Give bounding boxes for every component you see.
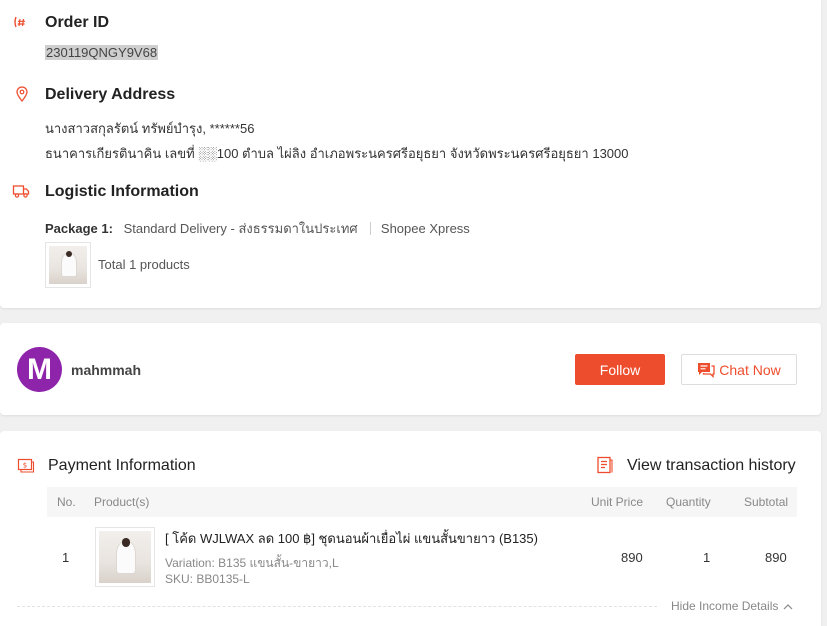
chat-now-label: Chat Now bbox=[719, 361, 781, 378]
order-id-value[interactable]: 230119QNGY9V68 bbox=[45, 45, 159, 60]
package-label: Package 1: bbox=[45, 221, 113, 236]
avatar[interactable]: M bbox=[17, 347, 62, 392]
svg-text:$: $ bbox=[23, 462, 27, 470]
delivery-address-title: Delivery Address bbox=[45, 86, 176, 103]
product-variation: Variation: B135 แขนสั้น-ขายาว,L bbox=[165, 556, 339, 570]
product-thumbnail[interactable] bbox=[95, 527, 155, 587]
package-line: Package 1: Standard Delivery - ส่งธรรมดา… bbox=[45, 218, 470, 239]
carrier-name: Shopee Xpress bbox=[380, 221, 470, 236]
separator bbox=[370, 222, 372, 235]
col-quantity: Quantity bbox=[666, 495, 711, 509]
product-name[interactable]: [ โค้ด WJLWAX ลด 100 ฿] ชุดนอนผ้าเยื่อไผ… bbox=[165, 528, 538, 549]
payment-icon: $ bbox=[17, 458, 35, 473]
col-unit-price: Unit Price bbox=[591, 495, 644, 509]
subtotal: 890 bbox=[765, 550, 787, 565]
divider bbox=[17, 606, 657, 607]
buyer-username[interactable]: mahmmah bbox=[71, 362, 141, 378]
product-sku: SKU: BB0135-L bbox=[165, 572, 250, 586]
buyer-card: M mahmmah Follow Chat Now bbox=[0, 323, 821, 415]
payment-card: $ Payment Information View transaction h… bbox=[0, 431, 821, 626]
follow-button[interactable]: Follow bbox=[575, 354, 665, 385]
col-subtotal: Subtotal bbox=[744, 495, 789, 509]
order-id-title: Order ID bbox=[45, 14, 110, 31]
quantity: 1 bbox=[703, 550, 711, 565]
product-image bbox=[49, 246, 87, 284]
product-table-header: No. Product(s) Unit Price Quantity Subto… bbox=[47, 487, 797, 517]
product-image bbox=[99, 531, 151, 583]
transaction-history-icon bbox=[597, 456, 613, 474]
col-product: Product(s) bbox=[94, 495, 150, 509]
delivery-recipient: นางสาวสกุลรัตน์ ทรัพย์บำรุง, ******56 bbox=[45, 121, 255, 136]
view-transaction-history-link[interactable]: View transaction history bbox=[627, 457, 796, 475]
row-no: 1 bbox=[62, 550, 70, 565]
order-id-text[interactable]: 230119QNGY9V68 bbox=[45, 45, 159, 60]
order-id-icon bbox=[14, 16, 25, 28]
delivery-address-line: ธนาคารเกียรตินาคิน เลขที่ ░░100 ตำบล ไผ่… bbox=[45, 146, 629, 161]
delivery-type: Standard Delivery - ส่งธรรมดาในประเทศ bbox=[123, 221, 358, 236]
logistic-info-title: Logistic Information bbox=[45, 183, 199, 200]
unit-price: 890 bbox=[621, 550, 643, 565]
col-no: No. bbox=[57, 495, 76, 509]
chevron-up-icon bbox=[783, 603, 793, 609]
hide-income-label: Hide Income Details bbox=[671, 599, 779, 613]
truck-icon bbox=[12, 185, 30, 198]
order-details-card: Order ID 230119QNGY9V68 Delivery Address… bbox=[0, 0, 821, 308]
location-pin-icon bbox=[16, 86, 28, 103]
chat-icon bbox=[698, 362, 715, 378]
total-products: Total 1 products bbox=[98, 257, 190, 272]
package-product-thumbnail[interactable] bbox=[45, 242, 91, 288]
hide-income-details-toggle[interactable]: Hide Income Details bbox=[671, 599, 793, 613]
payment-info-title: Payment Information bbox=[48, 457, 196, 474]
chat-now-button[interactable]: Chat Now bbox=[681, 354, 797, 385]
